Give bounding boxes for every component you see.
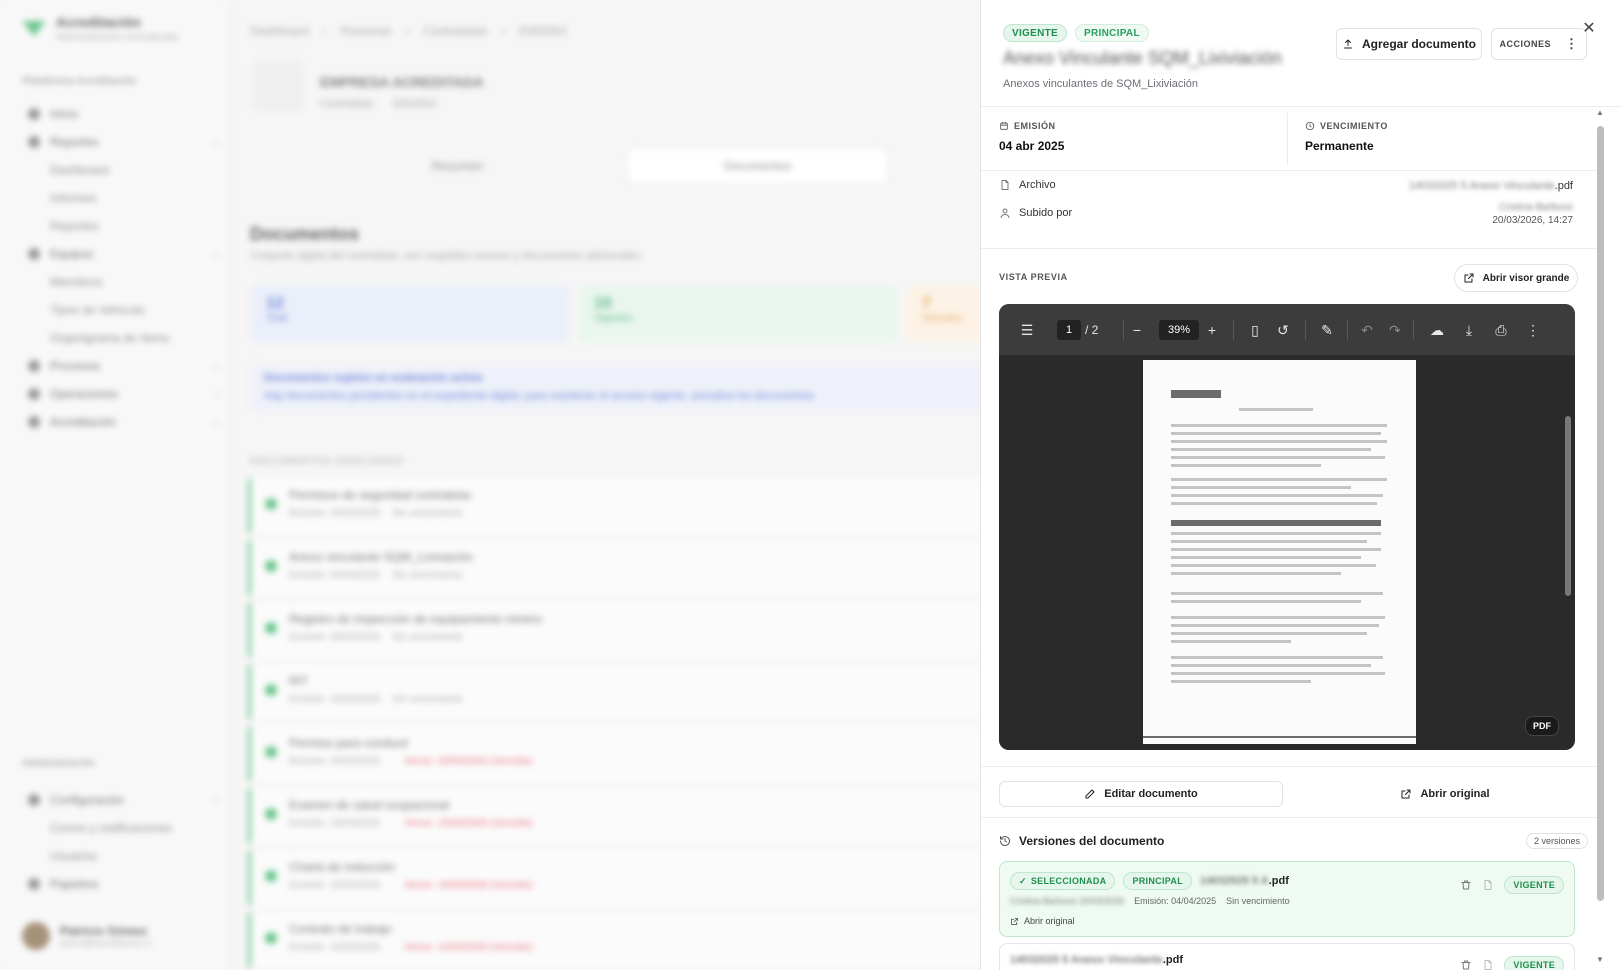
divider — [1305, 320, 1306, 340]
rotate-icon[interactable]: ↺ — [1273, 320, 1293, 340]
version-file-name: 14032025 5 Anexo Vinculante.pdf — [1010, 954, 1184, 966]
version-file-name: 14032025 5 A.pdf — [1200, 875, 1289, 887]
version-uploader: Cristina Barbuce 20/03/2026 — [1010, 896, 1125, 906]
pdf-type-badge: PDF — [1525, 716, 1559, 736]
document-actions: Editar documento Abrir original — [981, 766, 1605, 818]
file-details: Archivo 14032025 5 Anexo Vinculante.pdf … — [981, 171, 1605, 249]
expiry-cell: VENCIMIENTO Permanente — [1305, 121, 1388, 153]
undo-icon[interactable]: ↶ — [1357, 320, 1377, 340]
close-icon[interactable]: ✕ — [1579, 18, 1599, 38]
version-status-badge: VIGENTE — [1504, 956, 1564, 970]
zoom-in-icon[interactable]: + — [1202, 320, 1222, 340]
file-label: Archivo — [1019, 179, 1056, 191]
cloud-save-icon[interactable]: ☁ — [1427, 320, 1447, 340]
file-name: 14032025 5 Anexo Vinculante.pdf — [1408, 180, 1573, 192]
pdf-canvas[interactable]: PDF — [999, 356, 1575, 750]
document-subtitle: Anexos vinculantes de SQM_Lixiviación — [1003, 78, 1199, 90]
principal-badge: PRINCIPAL — [1075, 24, 1149, 42]
external-link-icon — [1011, 917, 1018, 925]
edit-icon — [1085, 789, 1095, 799]
document-drawer: VIGENTE PRINCIPAL Anexo Vinculante SQM_L… — [980, 0, 1622, 970]
trash-icon[interactable] — [1460, 959, 1472, 970]
versions-count-badge: 2 versiones — [1525, 833, 1588, 849]
more-vertical-icon: ⋮ — [1565, 36, 1579, 51]
trash-icon[interactable] — [1460, 879, 1472, 891]
version-status-badge: VIGENTE — [1504, 876, 1564, 894]
versions-title: Versiones del documento — [1019, 834, 1165, 848]
principal-badge: PRINCIPAL — [1123, 872, 1192, 890]
uploader-name: Cristina Barbuce — [1499, 202, 1573, 213]
history-icon — [1000, 836, 1010, 846]
print-icon[interactable]: ⎙ — [1491, 320, 1511, 340]
modal-overlay[interactable] — [0, 0, 980, 970]
external-link-icon — [1464, 273, 1474, 283]
pdf-viewer: ☰ 1 / 2 − 39% + ▯ ↺ ✎ ↶ ↷ ☁ ⤓ ⎙ ⋮ PDF — [999, 304, 1575, 750]
versions-header: Versiones del documento — [999, 834, 1164, 848]
emission-value: 04 abr 2025 — [999, 139, 1065, 153]
user-icon — [1000, 208, 1010, 218]
add-document-button[interactable]: Agregar documento — [1336, 28, 1482, 60]
preview-label: VISTA PREVIA — [999, 272, 1068, 282]
pdf-page-count: / 2 — [1085, 323, 1099, 337]
status-badge: VIGENTE — [1003, 24, 1067, 42]
external-link-icon — [1401, 789, 1411, 799]
drawer-header: VIGENTE PRINCIPAL Anexo Vinculante SQM_L… — [981, 0, 1622, 107]
pdf-zoom-level[interactable]: 39% — [1159, 320, 1199, 340]
pdf-logo-mark — [1171, 390, 1221, 398]
download-icon[interactable]: ⤓ — [1459, 320, 1479, 340]
version-expiry: Sin vencimiento — [1226, 896, 1290, 906]
scroll-down-icon[interactable]: ▼ — [1596, 955, 1604, 964]
menu-icon[interactable]: ☰ — [1017, 320, 1037, 340]
pdf-scrollbar[interactable] — [1565, 416, 1571, 596]
open-large-viewer-button[interactable]: Abrir visor grande — [1454, 264, 1578, 292]
edit-document-button[interactable]: Editar documento — [999, 781, 1283, 807]
more-vertical-icon[interactable]: ⋮ — [1523, 320, 1543, 340]
draw-icon[interactable]: ✎ — [1317, 320, 1337, 340]
divider — [1287, 113, 1288, 165]
divider — [1233, 320, 1234, 340]
selected-badge: ✓ SELECCIONADA — [1010, 872, 1116, 890]
redo-icon[interactable]: ↷ — [1385, 320, 1405, 340]
zoom-out-icon[interactable]: − — [1127, 320, 1147, 340]
expiry-label: VENCIMIENTO — [1320, 121, 1388, 131]
check-icon: ✓ — [1019, 875, 1027, 886]
pdf-page-input[interactable]: 1 — [1057, 320, 1081, 340]
file-icon[interactable] — [1482, 959, 1494, 970]
clock-icon — [1305, 121, 1315, 131]
emission-label: EMISIÓN — [1014, 121, 1056, 131]
version-card-selected[interactable]: ✓ SELECCIONADA PRINCIPAL 14032025 5 A.pdf… — [999, 861, 1575, 937]
scroll-up-icon[interactable]: ▲ — [1596, 108, 1604, 117]
version-card[interactable]: 14032025 5 Anexo Vinculante.pdf VIGENTE — [999, 943, 1575, 970]
emission-cell: EMISIÓN 04 abr 2025 — [999, 121, 1064, 153]
divider — [1123, 320, 1124, 340]
file-icon[interactable] — [1482, 879, 1494, 891]
expiry-value: Permanente — [1305, 139, 1374, 153]
open-original-button[interactable]: Abrir original — [1303, 781, 1587, 807]
upload-icon — [1343, 39, 1352, 49]
actions-menu-button[interactable]: ACCIONES ⋮ — [1491, 28, 1587, 60]
uploaded-by-label: Subido por — [1019, 207, 1073, 219]
document-title: Anexo Vinculante SQM_Lixiviación — [1003, 48, 1282, 68]
drawer-scrollbar[interactable] — [1597, 126, 1604, 901]
divider — [1413, 320, 1414, 340]
file-icon — [1001, 180, 1009, 190]
fit-page-icon[interactable]: ▯ — [1245, 320, 1265, 340]
uploaded-at: 20/03/2026, 14:27 — [1492, 215, 1573, 226]
divider — [1347, 320, 1348, 340]
drawer-badges: VIGENTE PRINCIPAL — [1003, 24, 1149, 42]
pdf-page-sheet — [1143, 360, 1416, 744]
document-dates: EMISIÓN 04 abr 2025 VENCIMIENTO Permanen… — [981, 107, 1605, 171]
version-emission: Emisión: 04/04/2025 — [1134, 896, 1217, 906]
pdf-toolbar: ☰ 1 / 2 − 39% + ▯ ↺ ✎ ↶ ↷ ☁ ⤓ ⎙ ⋮ — [999, 304, 1575, 356]
version-open-original-link[interactable]: Abrir original — [1010, 916, 1075, 926]
calendar-icon — [1000, 121, 1008, 130]
